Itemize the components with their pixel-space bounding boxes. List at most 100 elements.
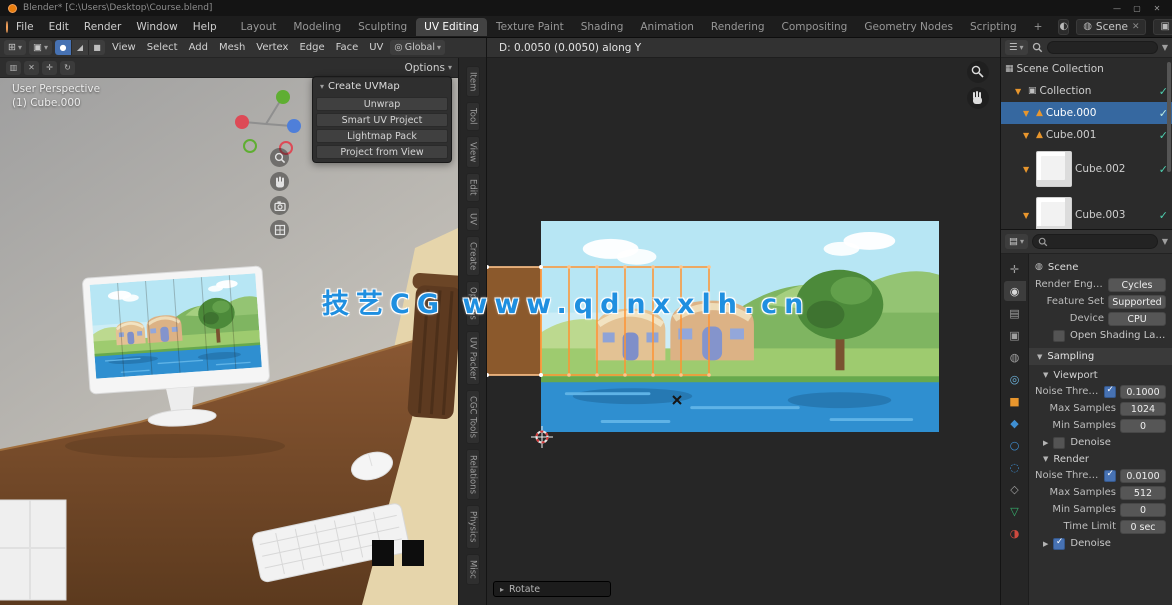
outliner-row-cube-000[interactable]: ▼ ▲ Cube.000 ✓ bbox=[1001, 102, 1172, 124]
editor-type-dropdown[interactable]: ⊞ ▾ bbox=[4, 40, 26, 55]
active-tool-icon[interactable]: ▥ bbox=[6, 61, 21, 75]
cursor-tool-icon[interactable]: ✕ bbox=[24, 61, 39, 75]
menu-window[interactable]: Window bbox=[129, 19, 184, 35]
device-dropdown[interactable]: CPU bbox=[1108, 312, 1166, 326]
expand-icon[interactable]: ▼ bbox=[1023, 165, 1033, 174]
vp-noise-threshold-checkbox[interactable] bbox=[1104, 386, 1116, 398]
options-dropdown[interactable]: Options bbox=[404, 62, 445, 74]
visibility-check-icon[interactable]: ✓ bbox=[1159, 209, 1168, 222]
tab-texture-paint[interactable]: Texture Paint bbox=[488, 18, 572, 36]
r-min-samples-field[interactable]: 0 bbox=[1120, 503, 1166, 517]
vertex-select-icon[interactable]: ● bbox=[55, 40, 71, 55]
outliner-row-cube-002[interactable]: ▼ Cube.002 ✓ bbox=[1001, 146, 1172, 192]
tab-rendering[interactable]: Rendering bbox=[703, 18, 773, 36]
menu-add[interactable]: Add bbox=[185, 40, 212, 55]
vp-max-samples-field[interactable]: 1024 bbox=[1120, 402, 1166, 416]
face-select-icon[interactable]: ■ bbox=[89, 40, 105, 55]
sidebar-tab-misc[interactable]: Misc bbox=[466, 554, 480, 585]
r-max-samples-field[interactable]: 512 bbox=[1120, 486, 1166, 500]
sidebar-tab-edit[interactable]: Edit bbox=[466, 173, 480, 201]
output-tab-icon[interactable]: ▤ bbox=[1004, 303, 1026, 323]
menu-vertex[interactable]: Vertex bbox=[252, 40, 292, 55]
properties-editor-type-dropdown[interactable]: ▤ ▾ bbox=[1005, 234, 1028, 249]
lightmap-pack-button[interactable]: Lightmap Pack bbox=[316, 129, 448, 143]
transform-orientation-dropdown[interactable]: ◎ Global ▾ bbox=[390, 40, 445, 55]
expand-icon[interactable]: ▼ bbox=[1023, 131, 1033, 140]
scene-tab-icon[interactable]: ◍ bbox=[1004, 347, 1026, 367]
menu-render[interactable]: Render bbox=[77, 19, 128, 35]
outliner-row-cube-003[interactable]: ▼ Cube.003 ✓ bbox=[1001, 192, 1172, 230]
menu-select[interactable]: Select bbox=[143, 40, 182, 55]
constraints-tab-icon[interactable]: ◇ bbox=[1004, 479, 1026, 499]
operator-redo-panel[interactable]: ▸ Rotate bbox=[493, 581, 611, 597]
outliner-search-input[interactable] bbox=[1047, 41, 1158, 54]
tab-layout[interactable]: Layout bbox=[233, 18, 285, 36]
menu-help[interactable]: Help bbox=[186, 19, 224, 35]
edge-select-icon[interactable]: ◢ bbox=[72, 40, 88, 55]
properties-filter-icon[interactable]: ▼ bbox=[1162, 237, 1168, 246]
mode-dropdown[interactable]: ▣ ▾ bbox=[29, 40, 52, 55]
vp-min-samples-field[interactable]: 0 bbox=[1120, 419, 1166, 433]
grid-toggle-icon[interactable] bbox=[270, 220, 289, 239]
screen-cycle-icon[interactable]: ◐ bbox=[1058, 19, 1069, 35]
outliner-scrollbar[interactable] bbox=[1167, 62, 1171, 172]
world-tab-icon[interactable]: ◎ bbox=[1004, 369, 1026, 389]
menu-mesh[interactable]: Mesh bbox=[215, 40, 249, 55]
tab-animation[interactable]: Animation bbox=[632, 18, 702, 36]
expand-icon[interactable]: ▼ bbox=[1023, 109, 1033, 118]
sidebar-tab-uv-packer[interactable]: UV Packer bbox=[466, 331, 480, 386]
vp-noise-threshold-field[interactable]: 0.1000 bbox=[1120, 385, 1166, 399]
close-button[interactable]: ✕ bbox=[1150, 4, 1164, 13]
outliner-row-scene-collection[interactable]: ▦ Scene Collection bbox=[1001, 58, 1172, 80]
menu-uv[interactable]: UV bbox=[365, 40, 387, 55]
time-limit-field[interactable]: 0 sec bbox=[1120, 520, 1166, 534]
r-noise-threshold-field[interactable]: 0.0100 bbox=[1120, 469, 1166, 483]
sidebar-tab-relations[interactable]: Relations bbox=[466, 449, 480, 500]
blender-menu-icon[interactable] bbox=[6, 21, 8, 33]
tab-uv-editing[interactable]: UV Editing bbox=[416, 18, 487, 36]
sidebar-tab-tool[interactable]: Tool bbox=[466, 102, 480, 131]
tab-geometry-nodes[interactable]: Geometry Nodes bbox=[856, 18, 961, 36]
outliner-row-cube-001[interactable]: ▼ ▲ Cube.001 ✓ bbox=[1001, 124, 1172, 146]
outliner-search-icon[interactable] bbox=[1032, 42, 1043, 53]
maximize-button[interactable]: ▢ bbox=[1130, 4, 1144, 13]
expand-icon[interactable]: ▼ bbox=[1015, 87, 1025, 96]
feature-set-dropdown[interactable]: Supported bbox=[1108, 295, 1166, 309]
menu-face[interactable]: Face bbox=[332, 40, 363, 55]
project-from-view-button[interactable]: Project from View bbox=[316, 145, 448, 159]
view-layer-tab-icon[interactable]: ▣ bbox=[1004, 325, 1026, 345]
navigation-gizmo[interactable] bbox=[228, 86, 310, 158]
object-data-tab-icon[interactable]: ▽ bbox=[1004, 501, 1026, 521]
sidebar-tab-options[interactable]: Options bbox=[466, 281, 480, 326]
sidebar-tab-cgc-tools[interactable]: CGC Tools bbox=[466, 390, 480, 444]
smart-uv-project-button[interactable]: Smart UV Project bbox=[316, 113, 448, 127]
sidebar-tab-view[interactable]: View bbox=[466, 136, 480, 168]
viewport-subsection-header[interactable]: ▼ Viewport bbox=[1035, 367, 1166, 383]
menu-edge[interactable]: Edge bbox=[295, 40, 328, 55]
outliner-row-collection[interactable]: ▼ ▣ Collection ✓ bbox=[1001, 80, 1172, 102]
tab-compositing[interactable]: Compositing bbox=[774, 18, 856, 36]
tool-tab-icon[interactable]: ✛ bbox=[1004, 259, 1026, 279]
modifiers-tab-icon[interactable]: ◆ bbox=[1004, 413, 1026, 433]
rotate-tool-icon[interactable]: ↻ bbox=[60, 61, 75, 75]
zoom-icon[interactable] bbox=[270, 148, 289, 167]
camera-view-icon[interactable] bbox=[270, 196, 289, 215]
uv-editor-canvas[interactable] bbox=[487, 58, 1001, 605]
physics-tab-icon[interactable]: ◌ bbox=[1004, 457, 1026, 477]
sidebar-tab-item[interactable]: Item bbox=[466, 66, 480, 97]
material-tab-icon[interactable]: ◑ bbox=[1004, 523, 1026, 543]
pan-hand-icon[interactable] bbox=[270, 172, 289, 191]
minimize-button[interactable]: — bbox=[1110, 4, 1124, 13]
sidebar-tab-physics[interactable]: Physics bbox=[466, 505, 480, 548]
render-subsection-header[interactable]: ▼ Render bbox=[1035, 451, 1166, 467]
particles-tab-icon[interactable]: ○ bbox=[1004, 435, 1026, 455]
view-layer-selector[interactable]: ▣ ViewLayer ✕ bbox=[1153, 19, 1172, 35]
move-tool-icon[interactable]: ✛ bbox=[42, 61, 57, 75]
unwrap-button[interactable]: Unwrap bbox=[316, 97, 448, 111]
osl-checkbox[interactable] bbox=[1053, 330, 1065, 342]
add-workspace-button[interactable]: + bbox=[1026, 18, 1051, 36]
tab-scripting[interactable]: Scripting bbox=[962, 18, 1025, 36]
render-tab-icon[interactable]: ◉ bbox=[1004, 281, 1026, 301]
sidebar-tab-uv[interactable]: UV bbox=[466, 207, 480, 231]
denoise-expand-icon[interactable]: ▶ bbox=[1043, 540, 1048, 548]
